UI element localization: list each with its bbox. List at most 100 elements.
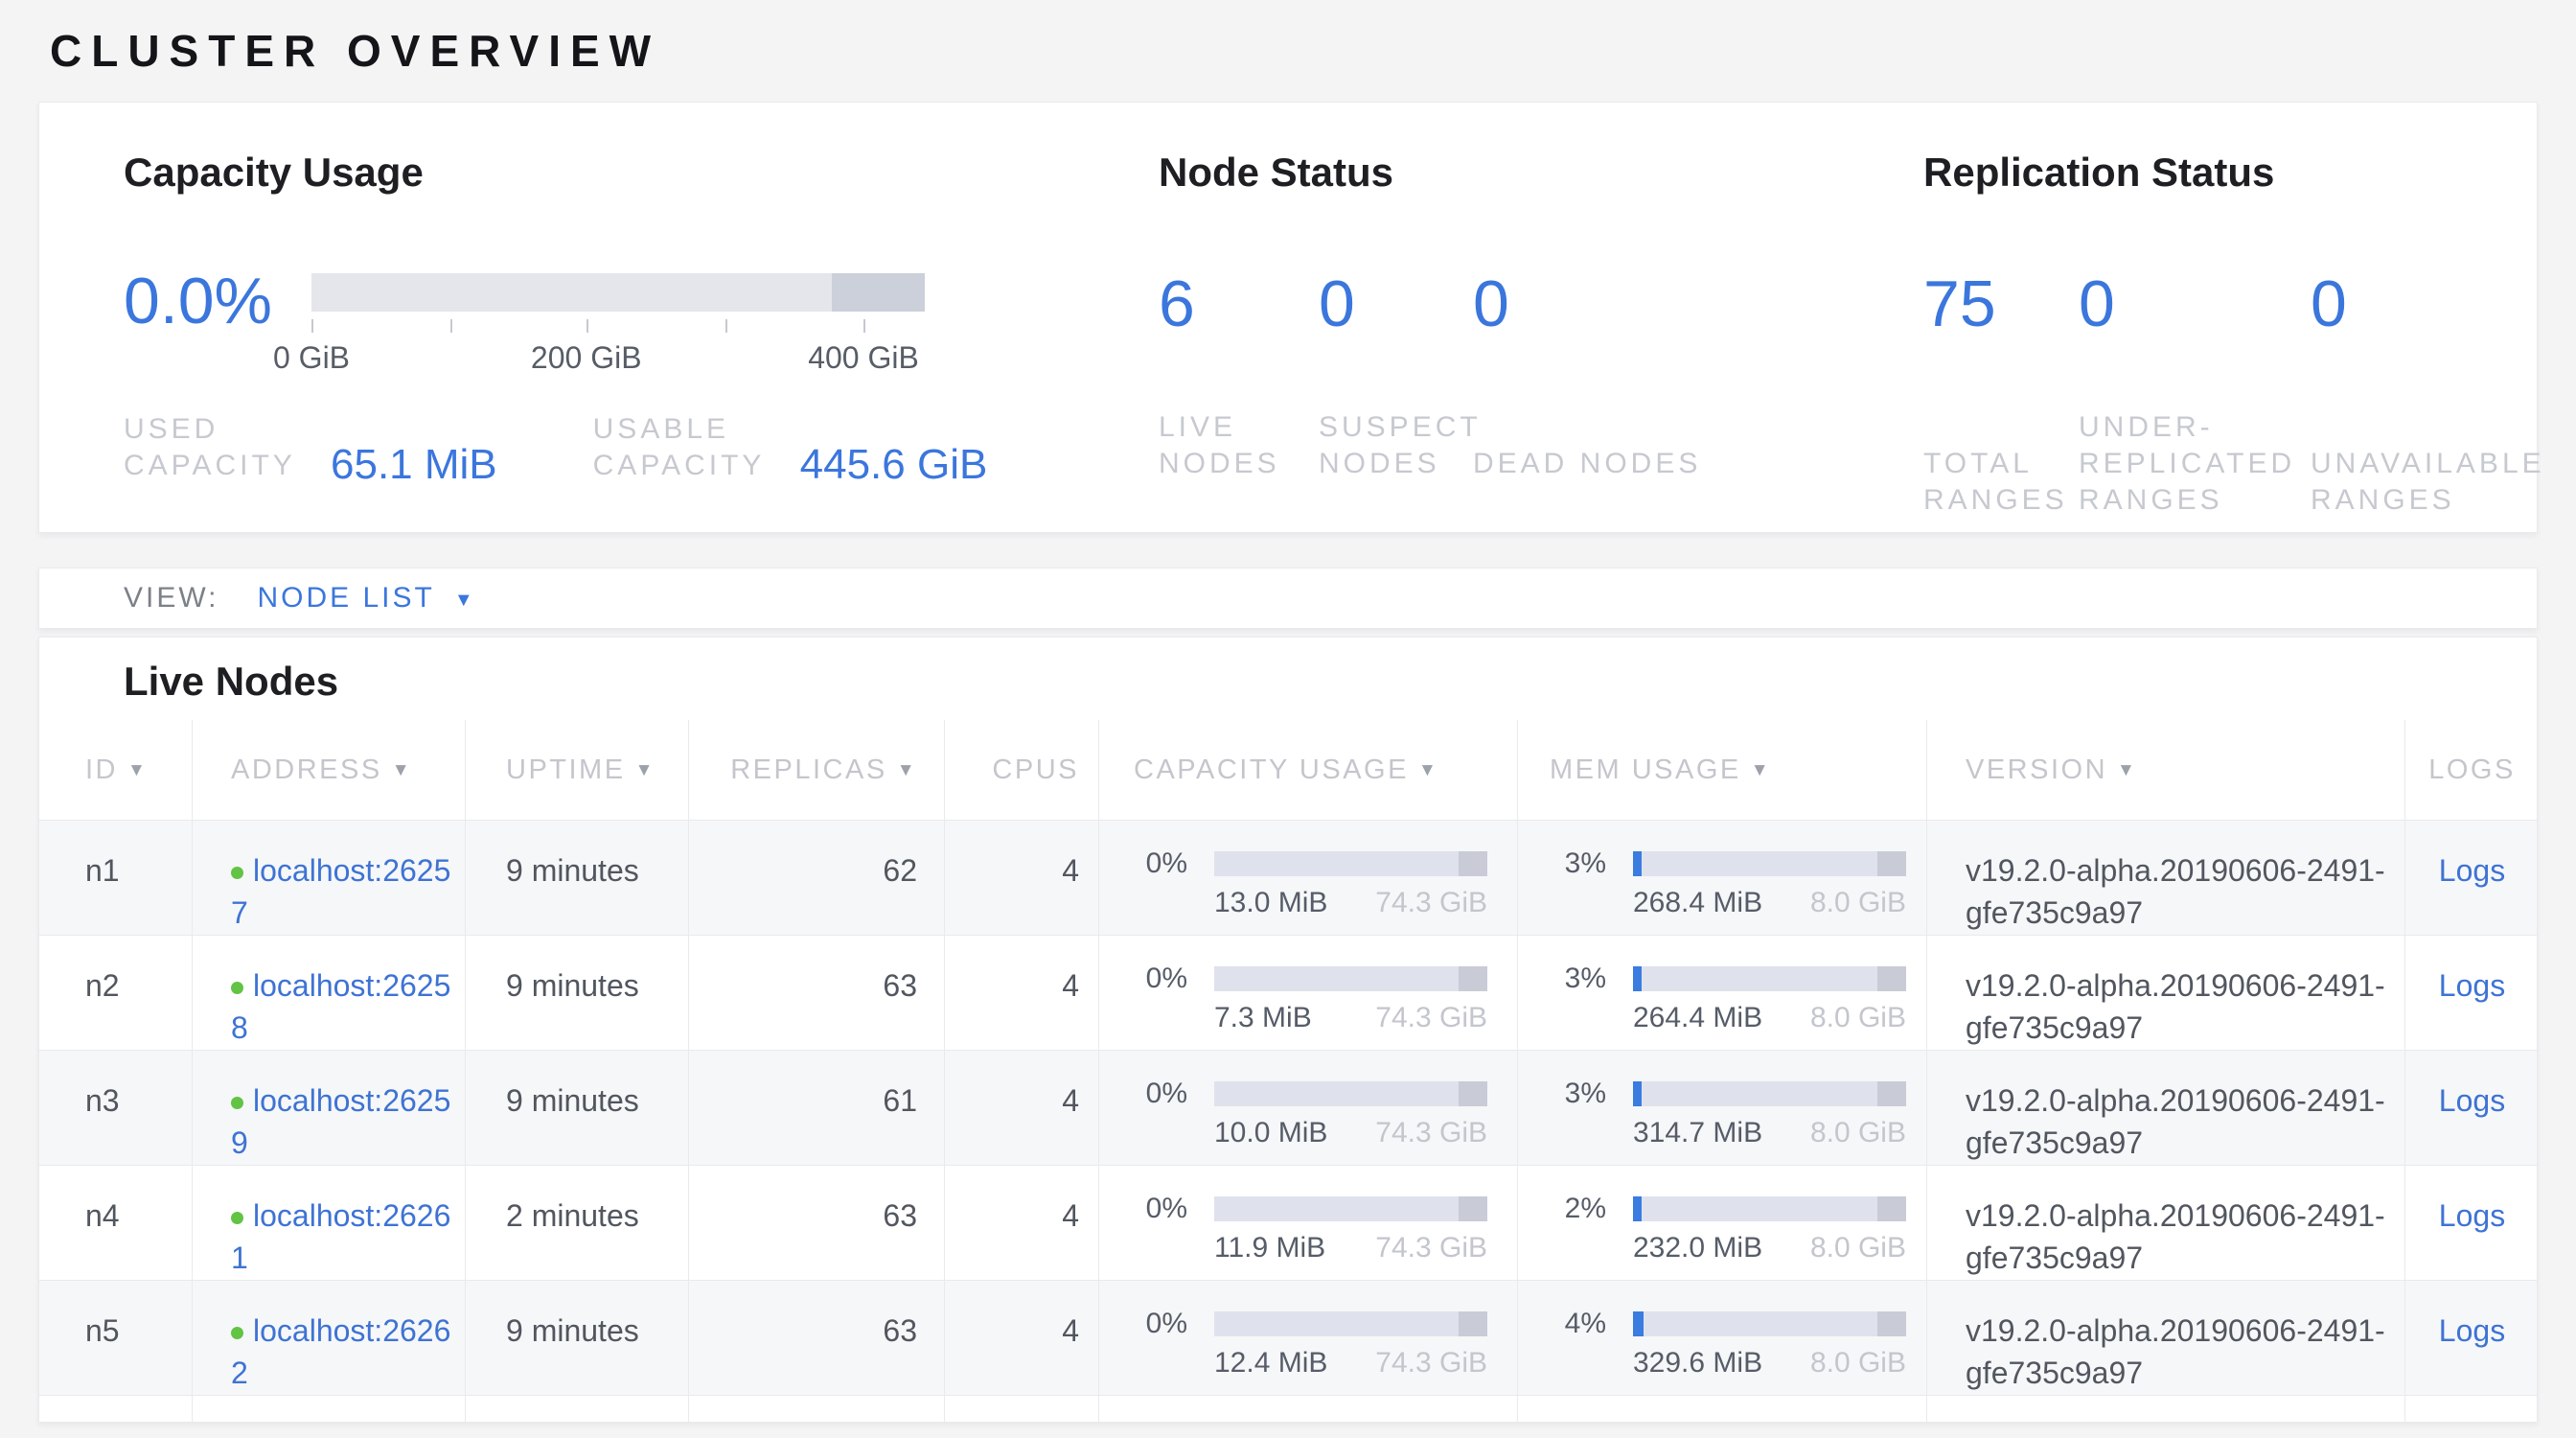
- node-logs-cell: Logs: [2404, 1281, 2538, 1395]
- column-header-id[interactable]: ID▼: [39, 720, 192, 820]
- node-address-link[interactable]: localhost:26258: [231, 968, 450, 1045]
- sort-caret-icon: ▼: [1418, 760, 1438, 781]
- memory-used-value: 232.0 MiB: [1633, 1233, 1762, 1264]
- capacity-usage-cell: 0%11.9 MiB74.3 GiB: [1098, 1166, 1517, 1280]
- capacity-bar-end-segment: [1459, 1196, 1487, 1221]
- capacity-values: 10.0 MiB74.3 GiB: [1214, 1118, 1487, 1148]
- capacity-meter: 0%12.4 MiB74.3 GiB: [1134, 1311, 1517, 1379]
- memory-bar-end-segment: [1877, 1196, 1906, 1221]
- capacity-bar: [1214, 966, 1487, 991]
- logs-link[interactable]: Logs: [2439, 853, 2505, 888]
- sort-caret-icon: ▼: [2117, 760, 2137, 781]
- capacity-percent: 0%: [1134, 1311, 1187, 1336]
- logs-link[interactable]: Logs: [2439, 1198, 2505, 1233]
- memory-bar-used-segment: [1633, 1196, 1642, 1221]
- column-header-label: CAPACITY USAGE: [1134, 754, 1409, 786]
- memory-percent: 3%: [1552, 1081, 1606, 1106]
- column-header-label: MEM USAGE: [1550, 754, 1741, 786]
- memory-bar-used-segment: [1633, 1311, 1644, 1336]
- memory-bar-used-segment: [1633, 851, 1642, 876]
- column-header-label: LOGS: [2428, 754, 2516, 786]
- node-replicas: 63: [688, 936, 944, 1050]
- table-row-n4: n4localhost:262612 minutes6340%11.9 MiB7…: [39, 1165, 2537, 1280]
- sort-caret-icon: ▼: [392, 760, 412, 781]
- node-cpus: 4: [944, 1281, 1098, 1395]
- memory-values: 232.0 MiB 8.0 GiB: [1633, 1233, 1906, 1264]
- suspect-nodes-label: SUSPECT NODES: [1319, 409, 1473, 482]
- unavailable-ranges-count: 0: [2311, 273, 2576, 335]
- column-header-capacity-usage[interactable]: CAPACITY USAGE ▼: [1098, 720, 1517, 820]
- node-version: v19.2.0-alpha.20190606-2491-gfe735c9a97: [1926, 1051, 2404, 1165]
- node-uptime: 2 minutes: [465, 1166, 688, 1280]
- column-header-cpus: CPUS: [944, 720, 1098, 820]
- memory-bar-end-segment: [1877, 966, 1906, 991]
- column-header-replicas[interactable]: REPLICAS▼: [688, 720, 944, 820]
- capacity-bar: [1214, 1081, 1487, 1106]
- logs-link[interactable]: Logs: [2439, 1083, 2505, 1118]
- sort-caret-icon: ▼: [635, 760, 656, 781]
- under-replicated-ranges-label: UNDER-REPLICATED RANGES: [2079, 409, 2311, 519]
- table-header-row: ID▼ADDRESS▼UPTIME▼REPLICAS▼CPUSCAPACITY …: [39, 720, 2537, 820]
- node-address-cell: localhost:26258: [192, 936, 465, 1050]
- capacity-percent: 0%: [1134, 1081, 1187, 1106]
- node-address-link[interactable]: localhost:26262: [231, 1313, 450, 1390]
- memory-bar-used-segment: [1633, 966, 1642, 991]
- node-address-link[interactable]: localhost:26257: [231, 853, 450, 930]
- capacity-used-value: 10.0 MiB: [1214, 1118, 1327, 1148]
- logs-link[interactable]: Logs: [2439, 968, 2505, 1003]
- suspect-nodes-count: 0: [1319, 273, 1473, 335]
- under-replicated-ranges-count: 0: [2079, 273, 2311, 335]
- node-address-link[interactable]: localhost:26259: [231, 1083, 450, 1160]
- live-nodes-heading: Live Nodes: [124, 659, 2537, 705]
- column-header-version[interactable]: VERSION ▼: [1926, 720, 2404, 820]
- column-header-label: VERSION: [1966, 754, 2107, 786]
- view-dropdown[interactable]: NODE LIST ▼: [257, 582, 472, 615]
- capacity-bar-end-segment: [1459, 851, 1487, 876]
- capacity-usage-cell: 0%7.3 MiB74.3 GiB: [1098, 936, 1517, 1050]
- view-dropdown-value[interactable]: NODE LIST: [257, 582, 434, 615]
- axis-tick: [863, 319, 865, 333]
- capacity-meter: 0%11.9 MiB74.3 GiB: [1134, 1196, 1517, 1264]
- node-version: v19.2.0-alpha.20190606-2491-gfe735c9a97: [1926, 1166, 2404, 1280]
- capacity-usage-panel: Capacity Usage 0.0% 0 GiB 20: [124, 149, 1159, 532]
- column-header-address[interactable]: ADDRESS ▼: [192, 720, 465, 820]
- total-ranges-count: 75: [1923, 273, 2079, 335]
- capacity-meter: 0%13.0 MiB74.3 GiB: [1134, 851, 1517, 918]
- capacity-used-value: 12.4 MiB: [1214, 1348, 1327, 1379]
- column-header-mem-usage[interactable]: MEM USAGE▼: [1517, 720, 1926, 820]
- capacity-percent: 0%: [1134, 966, 1187, 991]
- memory-used-value: 329.6 MiB: [1633, 1348, 1762, 1379]
- usable-capacity-stat: USABLE CAPACITY 445.6 GiB: [593, 411, 988, 484]
- memory-bar: [1633, 1081, 1906, 1106]
- memory-total-value: 8.0 GiB: [1810, 1233, 1906, 1264]
- node-id: n1: [39, 821, 192, 935]
- sort-caret-icon: ▼: [897, 760, 917, 781]
- chevron-down-icon[interactable]: ▼: [454, 590, 473, 612]
- live-status-dot-icon: [231, 1212, 243, 1224]
- memory-total-value: 8.0 GiB: [1810, 1003, 1906, 1033]
- capacity-bar: [1214, 851, 1487, 876]
- live-status-dot-icon: [231, 867, 243, 879]
- node-id: n5: [39, 1281, 192, 1395]
- node-address-link[interactable]: localhost:26261: [231, 1198, 450, 1275]
- capacity-percent: 0%: [1134, 1196, 1187, 1221]
- node-replicas: 63: [688, 1281, 944, 1395]
- mem-usage-cell: 3%268.4 MiB8.0 GiB: [1517, 821, 1926, 935]
- memory-total-value: 8.0 GiB: [1810, 1348, 1906, 1379]
- table-row-n5: n5localhost:262629 minutes6340%12.4 MiB7…: [39, 1280, 2537, 1395]
- memory-bar: [1633, 1196, 1906, 1221]
- memory-bar-used-segment: [1633, 1081, 1642, 1106]
- capacity-gauge-reserved-segment: [832, 273, 925, 312]
- logs-link[interactable]: Logs: [2439, 1313, 2505, 1348]
- axis-tick: [586, 319, 588, 333]
- memory-used-value: 264.4 MiB: [1633, 1003, 1762, 1033]
- column-header-label: ADDRESS: [231, 754, 382, 786]
- node-replicas: 61: [688, 1051, 944, 1165]
- node-address-cell: localhost:26262: [192, 1281, 465, 1395]
- node-uptime: 9 minutes: [465, 936, 688, 1050]
- capacity-bar: [1214, 1196, 1487, 1221]
- capacity-gauge-track: [311, 273, 925, 312]
- node-status-title: Node Status: [1159, 149, 1923, 197]
- capacity-gauge: 0 GiB 200 GiB 400 GiB: [311, 273, 925, 371]
- column-header-uptime[interactable]: UPTIME▼: [465, 720, 688, 820]
